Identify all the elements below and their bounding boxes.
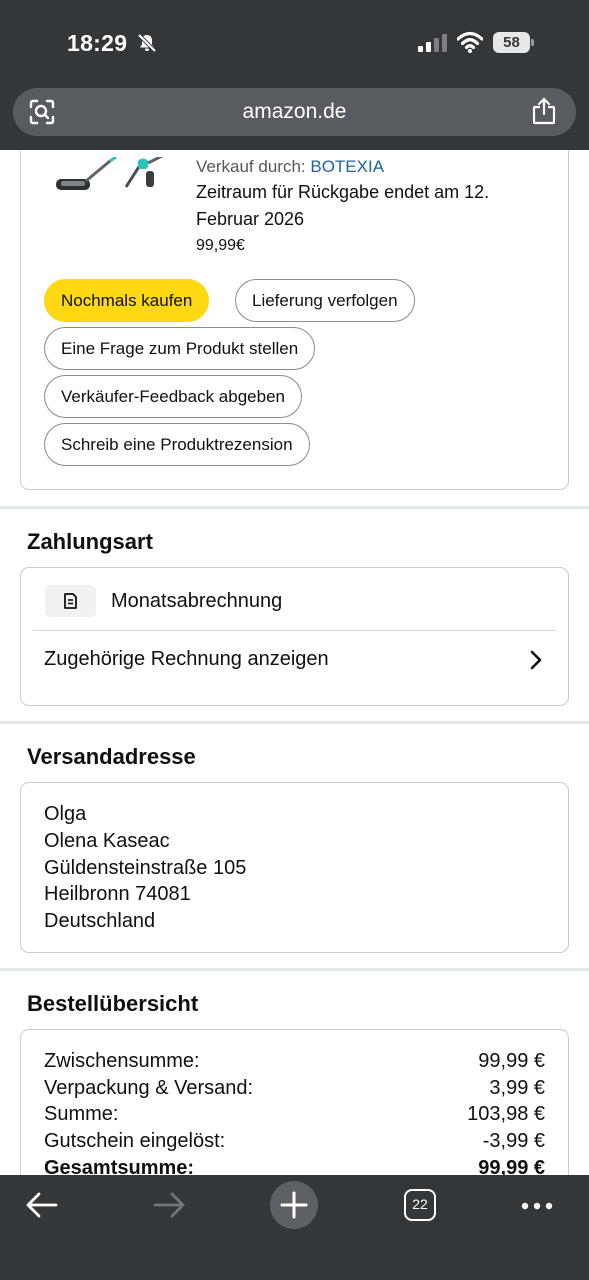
address-bar[interactable]: amazon.de [13,88,576,136]
summary-label: Gesamtsumme: [44,1157,195,1175]
summary-section-title: Bestellübersicht [27,991,199,1016]
document-icon [64,593,77,609]
url-text[interactable]: amazon.de [13,100,576,124]
share-icon[interactable] [531,97,557,125]
write-review-button[interactable]: Schreib eine Produktrezension [44,423,310,466]
shipping-address-card: Olga Olena Kaseac Güldensteinstraße 105 … [20,782,569,953]
status-time: 18:29 [67,30,128,56]
summary-value: 99,99 € [478,1050,545,1072]
summary-value: 3,99 € [489,1077,545,1099]
section-divider [0,968,589,971]
plus-icon [280,1191,308,1219]
section-divider [0,506,589,509]
address-line: Güldensteinstraße 105 [44,857,247,879]
payment-card: Monatsabrechnung Zugehörige Rechnung anz… [20,567,569,706]
wifi-icon [457,31,483,53]
cellular-signal-icon [418,34,447,52]
summary-row-subtotal: Zwischensumme: 99,99 € [44,1050,545,1076]
order-item-card: Verkauf durch: BOTEXIA Zeitraum für Rück… [20,150,569,490]
track-package-button[interactable]: Lieferung verfolgen [235,279,415,322]
payment-section-title: Zahlungsart [27,529,153,554]
seller-feedback-button[interactable]: Verkäufer-Feedback abgeben [44,375,302,418]
address-line: Deutschland [44,910,156,932]
payment-method-badge [45,585,96,617]
page-content: Verkauf durch: BOTEXIA Zeitraum für Rück… [0,150,589,1175]
summary-label: Summe: [44,1103,119,1125]
address-line: Olena Kaseac [44,830,170,852]
shipping-section-title: Versandadresse [27,744,196,769]
item-price: 99,99€ [196,237,245,254]
address-line: Heilbronn 74081 [44,883,191,905]
summary-row-shipping: Verpackung & Versand: 3,99 € [44,1077,545,1103]
summary-row-coupon: Gutschein eingelöst: -3,99 € [44,1130,545,1156]
battery-level: 58 [493,32,530,53]
summary-value: 103,98 € [467,1103,545,1125]
summary-value: 99,99 € [478,1157,545,1175]
forward-arrow-icon[interactable] [152,1191,186,1219]
buy-again-button[interactable]: Nochmals kaufen [44,279,210,322]
battery-tip [531,39,534,46]
summary-label: Zwischensumme: [44,1050,200,1072]
seller-line: Verkauf durch: BOTEXIA [196,157,384,177]
return-window-line-2: Februar 2026 [196,209,305,229]
summary-label: Gutschein eingelöst: [44,1130,226,1152]
return-window-line-1: Zeitraum für Rückgabe endet am 12. [196,182,490,202]
summary-label: Verpackung & Versand: [44,1077,254,1099]
browser-bottom-toolbar: 22 [0,1175,589,1280]
chevron-right-icon[interactable] [530,650,542,670]
back-arrow-icon[interactable] [25,1191,59,1219]
tab-switcher-button[interactable]: 22 [404,1189,436,1221]
seller-name-link[interactable]: BOTEXIA [310,157,384,176]
product-image[interactable] [56,157,176,199]
order-summary-card: Zwischensumme: 99,99 € Verpackung & Vers… [20,1029,569,1175]
payment-method-label: Monatsabrechnung [111,590,283,612]
summary-row-sum: Summe: 103,98 € [44,1103,545,1129]
bell-muted-icon [137,33,157,53]
browser-top-bar: 18:29 58 amazon.de [0,0,589,150]
battery-indicator: 58 [493,32,535,53]
summary-value: -3,99 € [482,1130,545,1152]
address-line: Olga [44,803,87,825]
ask-product-question-button[interactable]: Eine Frage zum Produkt stellen [44,327,316,370]
summary-row-total: Gesamtsumme: 99,99 € [44,1157,545,1175]
section-divider [0,721,589,724]
new-tab-button[interactable] [270,1181,318,1229]
view-invoice-link[interactable]: Zugehörige Rechnung anzeigen [44,648,329,671]
seller-prefix: Verkauf durch: [196,157,306,176]
payment-divider [33,630,556,631]
more-options-icon[interactable] [520,1201,554,1211]
